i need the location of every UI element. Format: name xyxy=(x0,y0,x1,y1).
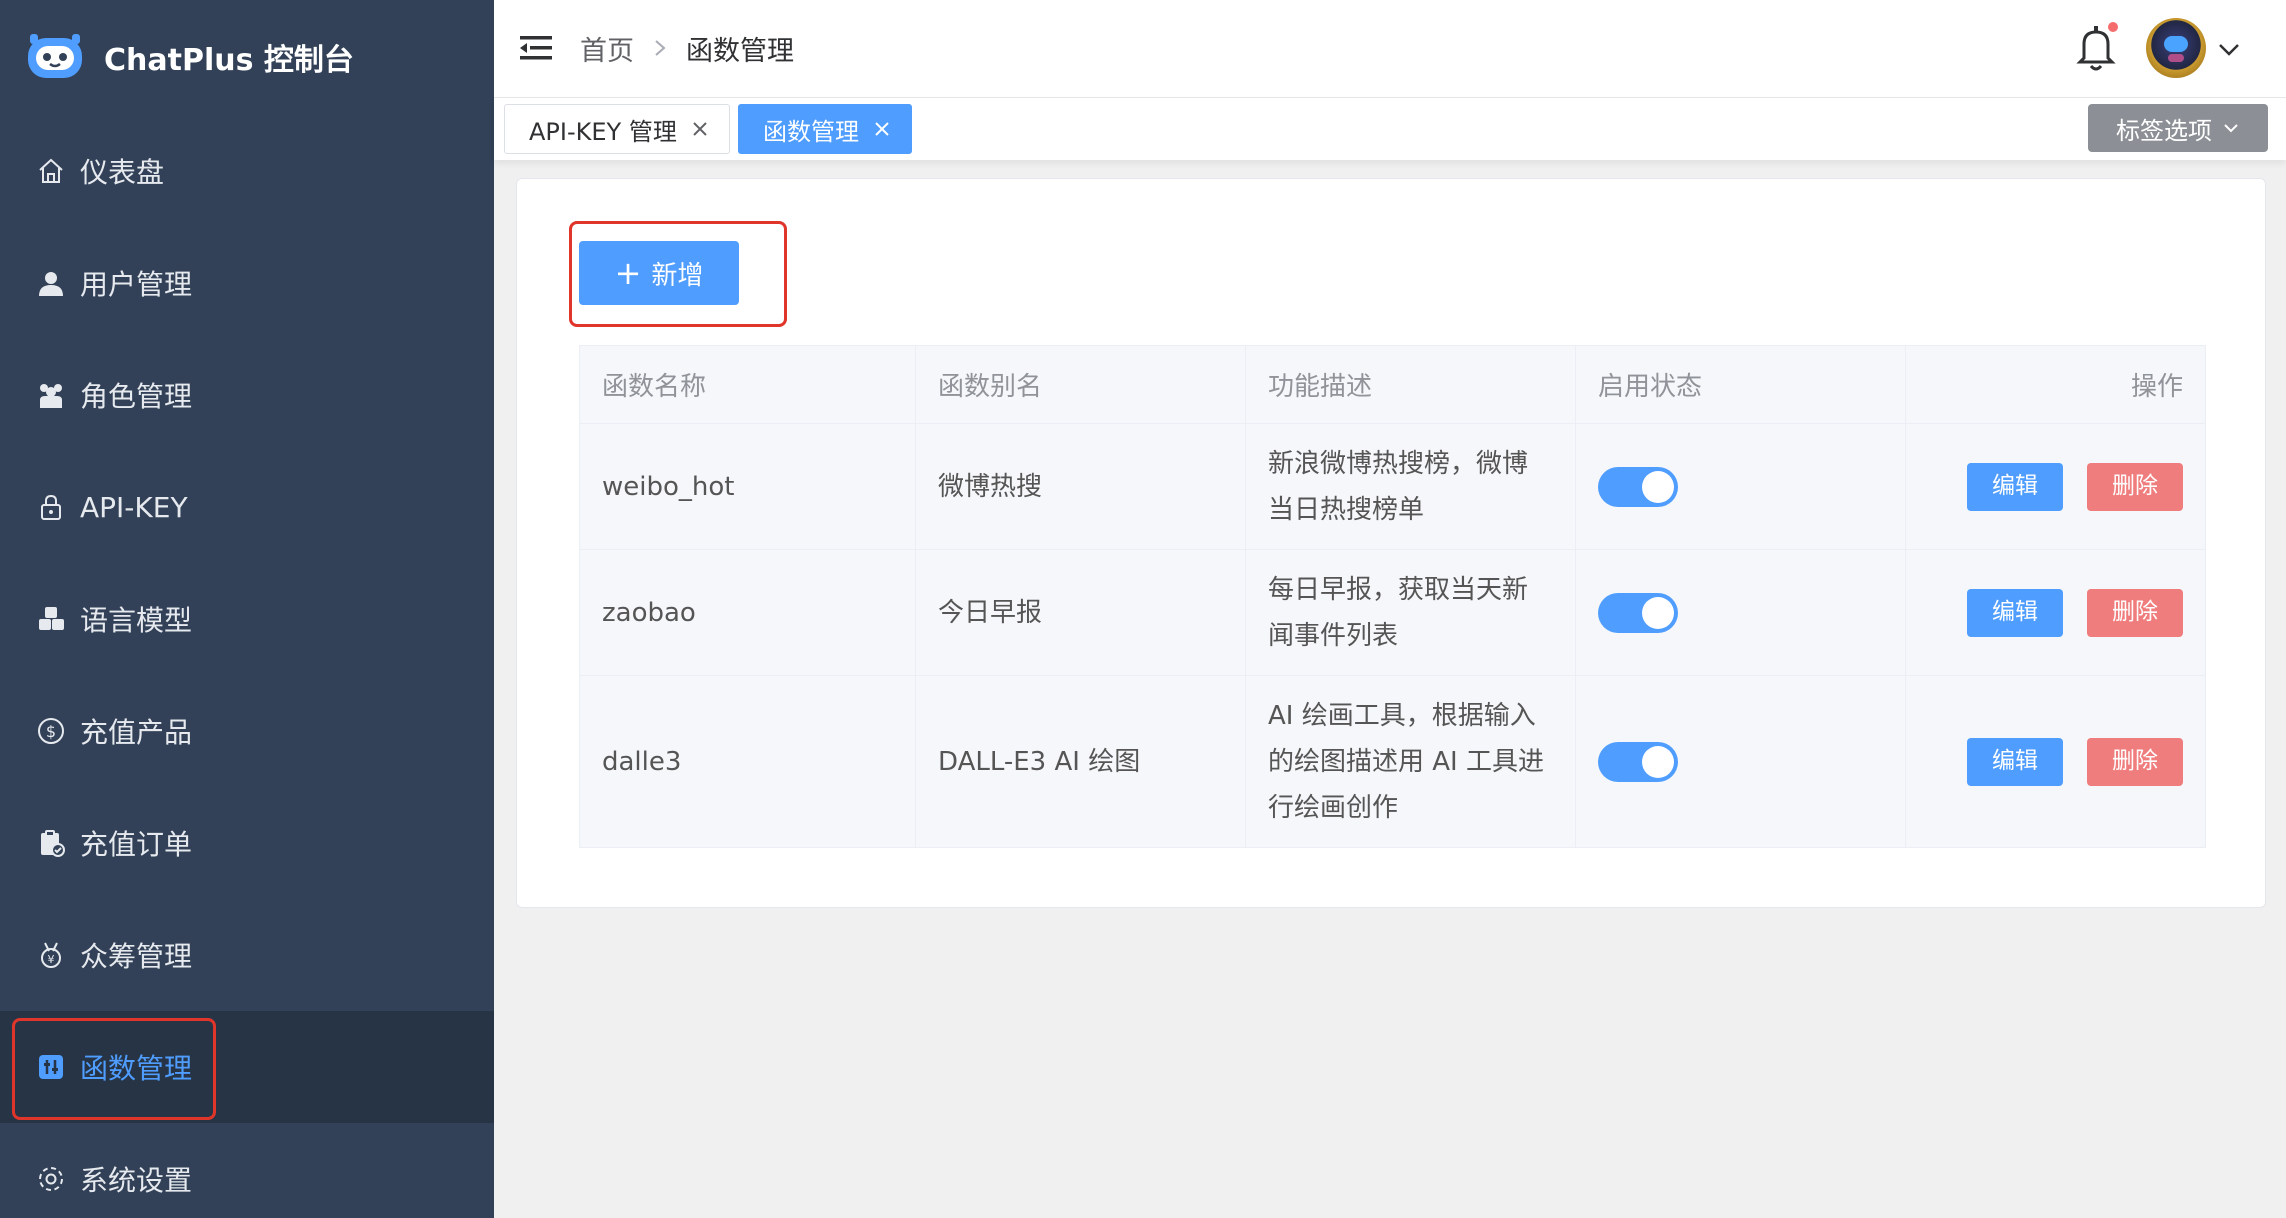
close-icon[interactable] xyxy=(691,120,709,138)
status-cell xyxy=(1575,549,1906,676)
column-header-name: 函数名称 xyxy=(579,345,916,424)
sidebar-item-label: 语言模型 xyxy=(80,604,193,637)
column-header-description: 功能描述 xyxy=(1245,345,1576,424)
chevron-down-icon xyxy=(2222,119,2240,137)
tab-label: 函数管理 xyxy=(763,117,859,146)
function-alias-cell: 微博热搜 xyxy=(915,423,1246,550)
actions-cell: 编辑 删除 xyxy=(1905,423,2206,550)
top-header: 首页 函数管理 xyxy=(494,0,2286,98)
sidebar-item-crowdfunding[interactable]: ¥ 众筹管理 xyxy=(0,899,494,1011)
sidebar-item-label: 充值订单 xyxy=(80,828,193,861)
delete-button[interactable]: 删除 xyxy=(2087,462,2183,511)
sidebar: ChatPlus 控制台 仪表盘 用户管理 角色管理 API-KEY 语言模型 … xyxy=(0,0,494,1218)
model-icon xyxy=(36,604,66,634)
table-row: weibo_hot 微博热搜 新浪微博热搜榜，微博当日热搜榜单 编辑 删除 xyxy=(579,423,2206,550)
table-row: dalle3 DALL-E3 AI 绘图 AI 绘画工具，根据输入的绘图描述用 … xyxy=(579,675,2206,848)
sidebar-item-settings[interactable]: 系统设置 xyxy=(0,1123,494,1218)
avatar[interactable] xyxy=(2146,18,2206,78)
toggle-knob xyxy=(1642,746,1674,778)
lock-icon xyxy=(36,492,66,522)
notification-dot xyxy=(2106,20,2120,34)
actions-cell: 编辑 删除 xyxy=(1905,549,2206,676)
menu-collapse-icon[interactable] xyxy=(518,30,554,66)
enable-toggle[interactable] xyxy=(1598,593,1678,633)
sidebar-item-label: 充值产品 xyxy=(80,716,193,749)
functions-table: 函数名称 函数别名 功能描述 启用状态 操作 weibo_hot 微博热搜 新浪… xyxy=(579,345,2206,848)
function-description-cell: AI 绘画工具，根据输入的绘图描述用 AI 工具进行绘画创作 xyxy=(1245,675,1576,848)
brand[interactable]: ChatPlus 控制台 xyxy=(24,24,354,90)
function-name-cell: dalle3 xyxy=(579,675,916,848)
sidebar-item-label: 用户管理 xyxy=(80,268,193,301)
tab-functions[interactable]: 函数管理 xyxy=(738,104,912,154)
sidebar-item-roles[interactable]: 角色管理 xyxy=(0,339,494,451)
chevron-down-icon[interactable] xyxy=(2214,34,2244,64)
enable-toggle[interactable] xyxy=(1598,467,1678,507)
brand-title: ChatPlus 控制台 xyxy=(104,43,354,78)
actions-cell: 编辑 删除 xyxy=(1905,675,2206,848)
edit-button[interactable]: 编辑 xyxy=(1967,462,2063,511)
function-name-cell: zaobao xyxy=(579,549,916,676)
function-alias-cell: 今日早报 xyxy=(915,549,1246,676)
edit-button[interactable]: 编辑 xyxy=(1967,588,2063,637)
breadcrumb-home[interactable]: 首页 xyxy=(580,29,634,68)
tags-bar: API-KEY 管理 函数管理 标签选项 xyxy=(494,98,2286,160)
sidebar-item-label: 角色管理 xyxy=(80,380,193,413)
column-header-actions: 操作 xyxy=(1905,345,2206,424)
chevron-right-icon xyxy=(652,38,668,58)
breadcrumb: 首页 函数管理 xyxy=(580,28,794,68)
sidebar-item-dashboard[interactable]: 仪表盘 xyxy=(0,115,494,227)
table-header-row: 函数名称 函数别名 功能描述 启用状态 操作 xyxy=(579,345,2206,424)
sidebar-item-label: 仪表盘 xyxy=(80,156,165,189)
function-icon xyxy=(36,1052,66,1082)
function-name-cell: weibo_hot xyxy=(579,423,916,550)
robot-logo-icon xyxy=(28,34,82,78)
breadcrumb-current: 函数管理 xyxy=(686,35,794,67)
add-button-label: 新增 xyxy=(651,260,704,291)
tab-label: API-KEY 管理 xyxy=(529,117,677,146)
svg-text:¥: ¥ xyxy=(48,953,55,966)
svg-text:$: $ xyxy=(46,722,56,741)
sidebar-item-orders[interactable]: 充值订单 xyxy=(0,787,494,899)
sidebar-item-api-key[interactable]: API-KEY xyxy=(0,451,494,563)
delete-button[interactable]: 删除 xyxy=(2087,588,2183,637)
toggle-knob xyxy=(1642,597,1674,629)
status-cell xyxy=(1575,423,1906,550)
plus-icon: + xyxy=(614,254,642,292)
sidebar-item-products[interactable]: $ 充值产品 xyxy=(0,675,494,787)
sidebar-item-users[interactable]: 用户管理 xyxy=(0,227,494,339)
close-icon[interactable] xyxy=(873,120,891,138)
order-icon xyxy=(36,828,66,858)
medal-icon: ¥ xyxy=(36,940,66,970)
column-header-alias: 函数别名 xyxy=(915,345,1246,424)
sidebar-item-label: API-KEY xyxy=(80,490,188,524)
sidebar-item-functions[interactable]: 函数管理 xyxy=(0,1011,494,1123)
function-description-cell: 新浪微博热搜榜，微博当日热搜榜单 xyxy=(1245,423,1576,550)
tag-options-dropdown[interactable]: 标签选项 xyxy=(2088,104,2268,152)
notification-bell[interactable] xyxy=(2070,20,2122,74)
toggle-knob xyxy=(1642,471,1674,503)
content-card: + 新增 函数名称 函数别名 功能描述 启用状态 操作 weibo_hot 微博… xyxy=(516,178,2266,908)
role-icon xyxy=(36,380,66,410)
column-header-status: 启用状态 xyxy=(1575,345,1906,424)
function-description-cell: 每日早报，获取当天新闻事件列表 xyxy=(1245,549,1576,676)
enable-toggle[interactable] xyxy=(1598,742,1678,782)
dollar-icon: $ xyxy=(36,716,66,746)
gear-icon xyxy=(36,1164,66,1194)
tag-options-label: 标签选项 xyxy=(2116,116,2212,145)
edit-button[interactable]: 编辑 xyxy=(1967,737,2063,786)
sidebar-item-label: 系统设置 xyxy=(80,1164,193,1197)
table-row: zaobao 今日早报 每日早报，获取当天新闻事件列表 编辑 删除 xyxy=(579,549,2206,676)
sidebar-item-models[interactable]: 语言模型 xyxy=(0,563,494,675)
home-icon xyxy=(36,156,66,186)
user-icon xyxy=(36,268,66,298)
tab-api-key[interactable]: API-KEY 管理 xyxy=(504,104,730,154)
function-alias-cell: DALL-E3 AI 绘图 xyxy=(915,675,1246,848)
status-cell xyxy=(1575,675,1906,848)
delete-button[interactable]: 删除 xyxy=(2087,737,2183,786)
add-function-button[interactable]: + 新增 xyxy=(579,241,739,305)
sidebar-item-label: 函数管理 xyxy=(80,1052,193,1085)
sidebar-item-label: 众筹管理 xyxy=(80,940,193,973)
